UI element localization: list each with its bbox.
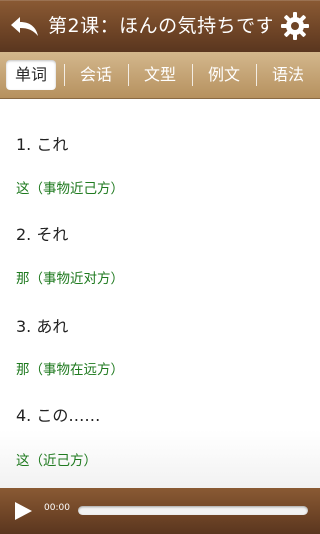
word-meaning: 这（近己方）: [16, 453, 97, 469]
word-japanese[interactable]: 4. この……: [16, 402, 100, 426]
tab-example-sentences[interactable]: 例文: [192, 60, 250, 90]
audio-player: 00:00: [0, 488, 320, 534]
word-japanese[interactable]: 2. それ: [16, 221, 68, 245]
play-icon[interactable]: [12, 500, 34, 522]
progress-slider[interactable]: [78, 506, 308, 515]
back-arrow-icon: [11, 17, 38, 36]
word-meaning: 这（事物近己方）: [16, 181, 124, 197]
word-japanese[interactable]: 3. あれ: [16, 313, 68, 337]
vocabulary-list: 1. これ 这（事物近己方） 2. それ 那（事物近对方） 3. あれ 那（事物…: [0, 99, 320, 488]
gear-icon: [281, 12, 309, 40]
settings-button[interactable]: [278, 9, 312, 43]
tab-vocabulary[interactable]: 单词: [6, 60, 56, 90]
word-japanese[interactable]: 1. これ: [16, 131, 68, 155]
lesson-title: 第2课：ほんの気持ちです: [48, 15, 272, 37]
word-meaning: 那（事物近对方）: [16, 271, 124, 287]
playback-time: 00:00: [44, 503, 70, 513]
tab-sentence-pattern[interactable]: 文型: [128, 60, 186, 90]
header-bar: 第2课：ほんの気持ちです: [0, 0, 320, 52]
tab-bar: 单词 会话 文型 例文 语法: [0, 52, 320, 99]
tab-conversation[interactable]: 会话: [64, 60, 122, 90]
tab-grammar[interactable]: 语法: [256, 60, 314, 90]
back-button[interactable]: [8, 11, 42, 41]
word-meaning: 那（事物在远方）: [16, 362, 124, 378]
